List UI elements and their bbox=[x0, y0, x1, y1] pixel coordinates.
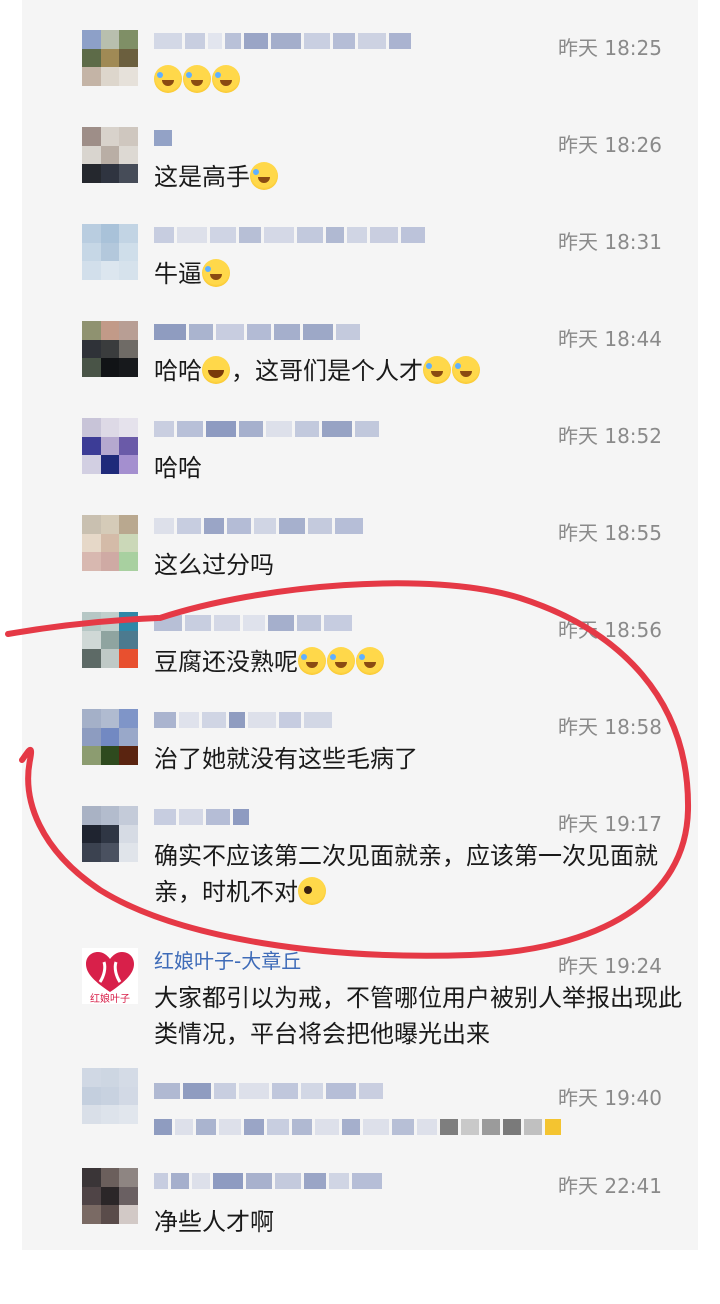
nickname-blurred bbox=[154, 323, 360, 341]
nickname-blurred bbox=[154, 517, 363, 535]
chat-message[interactable]: 昨天 18:26 这是高手 bbox=[22, 97, 698, 194]
message-body: 豆腐还没熟呢 bbox=[154, 648, 298, 676]
nickname-blurred bbox=[154, 808, 249, 826]
laugh-cry-emoji-icon bbox=[356, 647, 384, 675]
laugh-cry-emoji-icon bbox=[327, 647, 355, 675]
message-body: 哈哈 bbox=[154, 357, 202, 385]
message-text: 这么过分吗 bbox=[154, 547, 674, 583]
nickname-blurred bbox=[154, 32, 411, 50]
nickname-blurred bbox=[154, 1172, 382, 1190]
message-text: 豆腐还没熟呢 bbox=[154, 644, 674, 680]
nickname-blurred bbox=[154, 1082, 383, 1100]
message-text: 净些人才啊 bbox=[154, 1204, 674, 1240]
message-time: 昨天 22:41 bbox=[558, 1174, 662, 1198]
avatar[interactable] bbox=[82, 321, 138, 377]
laugh-cry-emoji-icon bbox=[298, 647, 326, 675]
message-text: 这是高手 bbox=[154, 159, 674, 195]
message-time: 昨天 18:26 bbox=[558, 133, 662, 157]
chat-message[interactable]: 红娘叶子 红娘叶子-大章丘 昨天 19:24 大家都引以为戒，不管哪位用户被别人… bbox=[22, 918, 698, 1060]
message-body: 净些人才啊 bbox=[154, 1208, 274, 1236]
chat-message[interactable]: 昨天 18:56 豆腐还没熟呢 bbox=[22, 582, 698, 679]
chat-message[interactable]: 昨天 18:52 哈哈 bbox=[22, 388, 698, 485]
nickname-blurred bbox=[154, 129, 172, 147]
message-time: 昨天 19:24 bbox=[558, 954, 662, 978]
avatar[interactable] bbox=[82, 1068, 138, 1124]
message-time: 昨天 18:56 bbox=[558, 618, 662, 642]
avatar[interactable] bbox=[82, 127, 138, 183]
message-text: 治了她就没有这些毛病了 bbox=[154, 741, 674, 777]
chat-message[interactable]: 昨天 18:55 这么过分吗 bbox=[22, 485, 698, 582]
laugh-cry-emoji-icon bbox=[154, 65, 182, 93]
message-time: 昨天 19:40 bbox=[558, 1086, 662, 1110]
avatar[interactable] bbox=[82, 806, 138, 862]
message-time: 昨天 19:17 bbox=[558, 812, 662, 836]
message-text bbox=[154, 62, 674, 98]
avatar[interactable]: 红娘叶子 bbox=[82, 948, 138, 1005]
message-time: 昨天 18:25 bbox=[558, 36, 662, 60]
message-body: 这么过分吗 bbox=[154, 551, 274, 579]
avatar-label: 红娘叶子 bbox=[90, 994, 130, 1005]
laugh-cry-emoji-icon bbox=[212, 65, 240, 93]
avatar[interactable] bbox=[82, 709, 138, 765]
chat-message[interactable]: 昨天 18:44 哈哈 ，这哥们是个人才 bbox=[22, 291, 698, 388]
avatar[interactable] bbox=[82, 1168, 138, 1224]
message-text: 确实不应该第二次见面就亲，应该第一次见面就亲，时机不对 bbox=[154, 838, 674, 910]
nickname-blurred bbox=[154, 420, 379, 438]
nickname-blurred bbox=[154, 226, 425, 244]
laugh-cry-emoji-icon bbox=[250, 162, 278, 190]
message-time: 昨天 18:44 bbox=[558, 327, 662, 351]
chat-list[interactable]: 昨天 18:25 昨天 18:26 这是高手 昨天 18:31 牛逼 昨天 18… bbox=[22, 0, 698, 1250]
laugh-cry-emoji-icon bbox=[452, 356, 480, 384]
message-text: 哈哈 ，这哥们是个人才 bbox=[154, 353, 674, 389]
chat-message[interactable]: 昨天 18:25 bbox=[22, 0, 698, 97]
message-body-continued: ，这哥们是个人才 bbox=[231, 357, 423, 385]
message-time: 昨天 18:55 bbox=[558, 521, 662, 545]
wink-emoji-icon bbox=[298, 877, 326, 905]
laugh-cry-emoji-icon bbox=[202, 259, 230, 287]
message-time: 昨天 18:52 bbox=[558, 424, 662, 448]
message-time: 昨天 18:31 bbox=[558, 230, 662, 254]
message-text: 哈哈 bbox=[154, 450, 674, 486]
chat-message[interactable]: 昨天 18:31 牛逼 bbox=[22, 194, 698, 291]
smile-emoji-icon bbox=[202, 356, 230, 384]
chat-message[interactable]: 昨天 22:41 净些人才啊 bbox=[22, 1158, 698, 1250]
message-body: 哈哈 bbox=[154, 454, 202, 482]
chat-message[interactable]: 昨天 19:40 bbox=[22, 1050, 698, 1158]
avatar[interactable] bbox=[82, 418, 138, 474]
avatar[interactable] bbox=[82, 224, 138, 280]
message-body: 牛逼 bbox=[154, 260, 202, 288]
message-text: 牛逼 bbox=[154, 256, 674, 292]
message-body: 治了她就没有这些毛病了 bbox=[154, 745, 418, 773]
chat-message[interactable]: 昨天 19:17 确实不应该第二次见面就亲，应该第一次见面就亲，时机不对 bbox=[22, 776, 698, 918]
chat-message[interactable]: 昨天 18:58 治了她就没有这些毛病了 bbox=[22, 679, 698, 776]
avatar[interactable] bbox=[82, 612, 138, 668]
avatar[interactable] bbox=[82, 30, 138, 86]
laugh-cry-emoji-icon bbox=[423, 356, 451, 384]
message-body: 确实不应该第二次见面就亲，应该第一次见面就亲，时机不对 bbox=[154, 842, 658, 906]
avatar[interactable] bbox=[82, 515, 138, 571]
message-text: 大家都引以为戒，不管哪位用户被别人举报出现此类情况，平台将会把他曝光出来 bbox=[154, 984, 682, 1048]
message-time: 昨天 18:58 bbox=[558, 715, 662, 739]
nickname-blurred bbox=[154, 711, 332, 729]
message-blurred bbox=[154, 1118, 561, 1136]
message-body: 这是高手 bbox=[154, 163, 250, 191]
nickname-blurred bbox=[154, 614, 352, 632]
laugh-cry-emoji-icon bbox=[183, 65, 211, 93]
sender-name[interactable]: 红娘叶子-大章丘 bbox=[154, 945, 301, 974]
